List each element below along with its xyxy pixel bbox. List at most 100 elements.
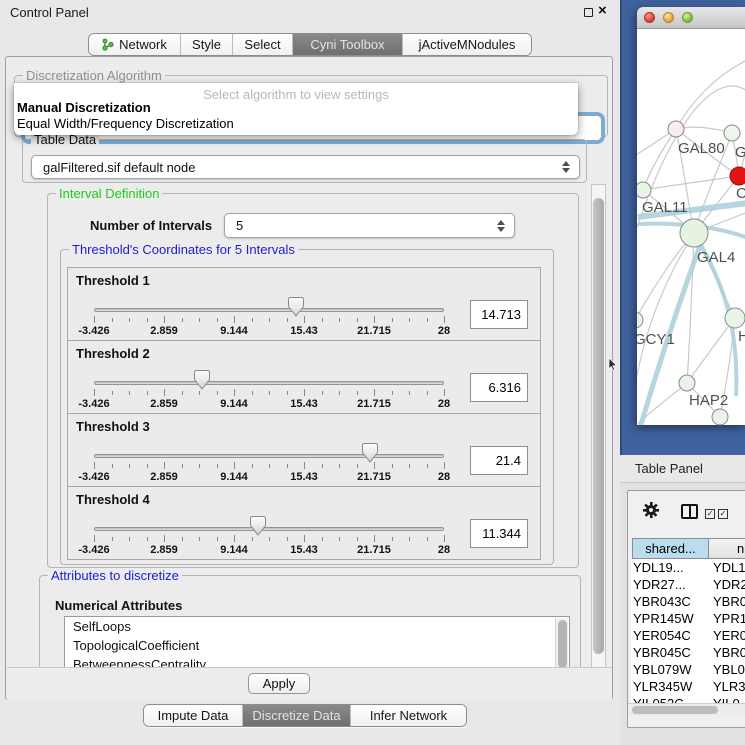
threshold-slider-thumb[interactable] xyxy=(288,297,304,317)
slider-minor-tick xyxy=(392,318,393,322)
column-header-shared-name[interactable]: shared... xyxy=(632,538,708,559)
apply-button[interactable]: Apply xyxy=(248,673,310,694)
slider-minor-tick xyxy=(147,318,148,322)
algorithm-option-manual[interactable]: Manual Discretization xyxy=(17,100,151,115)
node-hap2[interactable] xyxy=(679,375,695,391)
threshold-value-field[interactable] xyxy=(470,300,528,329)
network-edge[interactable] xyxy=(643,176,739,190)
slider-major-tick xyxy=(444,535,445,542)
threshold-slider-thumb[interactable] xyxy=(362,443,378,463)
slider-minor-tick xyxy=(269,391,270,395)
slider-major-tick xyxy=(94,316,95,323)
cytoscape-desktop: GAL80G.CGAL11GAL4GCY1HHAP2 xyxy=(620,0,745,455)
slider-tick-label: 2.859 xyxy=(150,471,178,483)
tab-jactivemnodules[interactable]: jActiveMNodules xyxy=(403,34,531,55)
table-row[interactable]: YLR345WYLR3 xyxy=(631,678,745,695)
network-window-titlebar xyxy=(637,7,745,29)
column-header-name[interactable]: n xyxy=(708,538,745,559)
network-edge[interactable] xyxy=(687,233,694,383)
network-canvas[interactable]: GAL80G.CGAL11GAL4GCY1HHAP2 xyxy=(637,29,745,425)
table-row[interactable]: YIL052CYIL0 xyxy=(631,695,745,703)
checkbox-icon[interactable]: ✓ xyxy=(718,509,728,519)
node-gcy1[interactable] xyxy=(637,312,643,328)
cell-name: YPR1 xyxy=(708,610,745,627)
table-panel-title: Table Panel xyxy=(635,461,703,476)
tab-cyni-toolbox[interactable]: Cyni Toolbox xyxy=(293,34,403,55)
interval-definition-group-title: Interval Definition xyxy=(56,186,162,201)
table-horizontal-scrollbar[interactable] xyxy=(628,703,745,716)
threshold-slider-thumb[interactable] xyxy=(250,516,266,536)
gear-icon[interactable] xyxy=(643,502,659,518)
tab-network[interactable]: Network xyxy=(89,34,181,55)
table-row[interactable]: YER054CYER0 xyxy=(631,627,745,644)
slider-tick-label: 28 xyxy=(438,544,450,556)
table-row[interactable]: YDL19...YDL1 xyxy=(631,559,745,576)
threshold-value-field[interactable] xyxy=(470,519,528,548)
network-edge[interactable] xyxy=(643,129,676,190)
tab-style[interactable]: Style xyxy=(181,34,233,55)
cell-shared-name: YDR27... xyxy=(631,576,708,593)
panel-scrollbar[interactable] xyxy=(591,184,606,668)
tab-select[interactable]: Select xyxy=(233,34,293,55)
slider-minor-tick xyxy=(182,537,183,541)
slider-minor-tick xyxy=(322,391,323,395)
mac-minimize-button[interactable] xyxy=(663,12,674,23)
table-data-group: Table Data galFiltered.sif default node xyxy=(22,139,587,183)
table-row[interactable]: YBR043CYBR0 xyxy=(631,593,745,610)
attributes-scrollbar[interactable] xyxy=(555,618,568,672)
cyni-toolbox-panel: Discretization Algorithm Select algorith… xyxy=(5,56,613,700)
mac-close-button[interactable] xyxy=(644,12,655,23)
slider-minor-tick xyxy=(322,318,323,322)
table-row[interactable]: YBL079WYBL0 xyxy=(631,661,745,678)
attribute-list-item[interactable]: TopologicalCoefficient xyxy=(65,636,569,655)
slider-minor-tick xyxy=(287,537,288,541)
tab-impute-data[interactable]: Impute Data xyxy=(144,705,243,726)
column-layout-icon[interactable] xyxy=(681,504,698,519)
slider-major-tick xyxy=(374,389,375,396)
number-of-intervals-combo[interactable]: 5 xyxy=(224,213,515,238)
cell-name: YBL0 xyxy=(708,661,745,678)
close-icon[interactable]: × xyxy=(598,2,607,19)
table-row[interactable]: YBR045CYBR0 xyxy=(631,644,745,661)
node-g[interactable] xyxy=(724,125,740,141)
table-body[interactable]: YDL19...YDL1YDR27...YDR2YBR043CYBR0YPR14… xyxy=(631,559,745,703)
threshold-slider-track[interactable] xyxy=(94,527,444,531)
mac-zoom-button[interactable] xyxy=(682,12,693,23)
slider-tick-label: 28 xyxy=(438,471,450,483)
table-row[interactable]: YDR27...YDR2 xyxy=(631,576,745,593)
attribute-list-item[interactable]: SelfLoops xyxy=(65,617,569,636)
node-edge-partial[interactable] xyxy=(712,409,728,425)
tab-discretize-data[interactable]: Discretize Data xyxy=(243,705,351,726)
threshold-slider-thumb[interactable] xyxy=(194,370,210,390)
threshold-value-field[interactable] xyxy=(470,373,528,402)
node-gal4[interactable] xyxy=(680,219,708,247)
threshold-slider-track[interactable] xyxy=(94,381,444,385)
cell-name: YDL1 xyxy=(708,559,745,576)
network-edge[interactable] xyxy=(637,233,694,420)
tab-infer-network[interactable]: Infer Network xyxy=(351,705,466,726)
node-gal11[interactable] xyxy=(637,182,651,198)
slider-minor-tick xyxy=(199,318,200,322)
threshold-slider-track[interactable] xyxy=(94,454,444,458)
threshold-slider-track[interactable] xyxy=(94,308,444,312)
slider-major-tick xyxy=(304,462,305,469)
tab-label: jActiveMNodules xyxy=(419,37,516,52)
discretization-algorithm-group-title: Discretization Algorithm xyxy=(23,68,165,83)
slider-minor-tick xyxy=(427,464,428,468)
checkbox-icon[interactable]: ✓ xyxy=(705,509,715,519)
slider-tick-label: -3.426 xyxy=(78,544,109,556)
threshold-label: Threshold 4 xyxy=(76,492,150,507)
table-row[interactable]: YPR145WYPR1 xyxy=(631,610,745,627)
numerical-attributes-list[interactable]: SelfLoopsTopologicalCoefficientBetweenne… xyxy=(64,616,570,672)
threshold-value-field[interactable] xyxy=(470,446,528,475)
node-gal80[interactable] xyxy=(668,121,684,137)
float-window-icon[interactable] xyxy=(584,8,593,17)
algorithm-option-equal-width[interactable]: Equal Width/Frequency Discretization xyxy=(17,116,234,131)
slider-major-tick xyxy=(304,389,305,396)
node-red[interactable] xyxy=(730,167,745,185)
slider-tick-label: 9.144 xyxy=(220,471,248,483)
slider-minor-tick xyxy=(129,318,130,322)
table-data-combo[interactable]: galFiltered.sif default node xyxy=(31,155,580,179)
node-h[interactable] xyxy=(725,308,745,328)
table-data-combo-value: galFiltered.sif default node xyxy=(43,160,195,175)
